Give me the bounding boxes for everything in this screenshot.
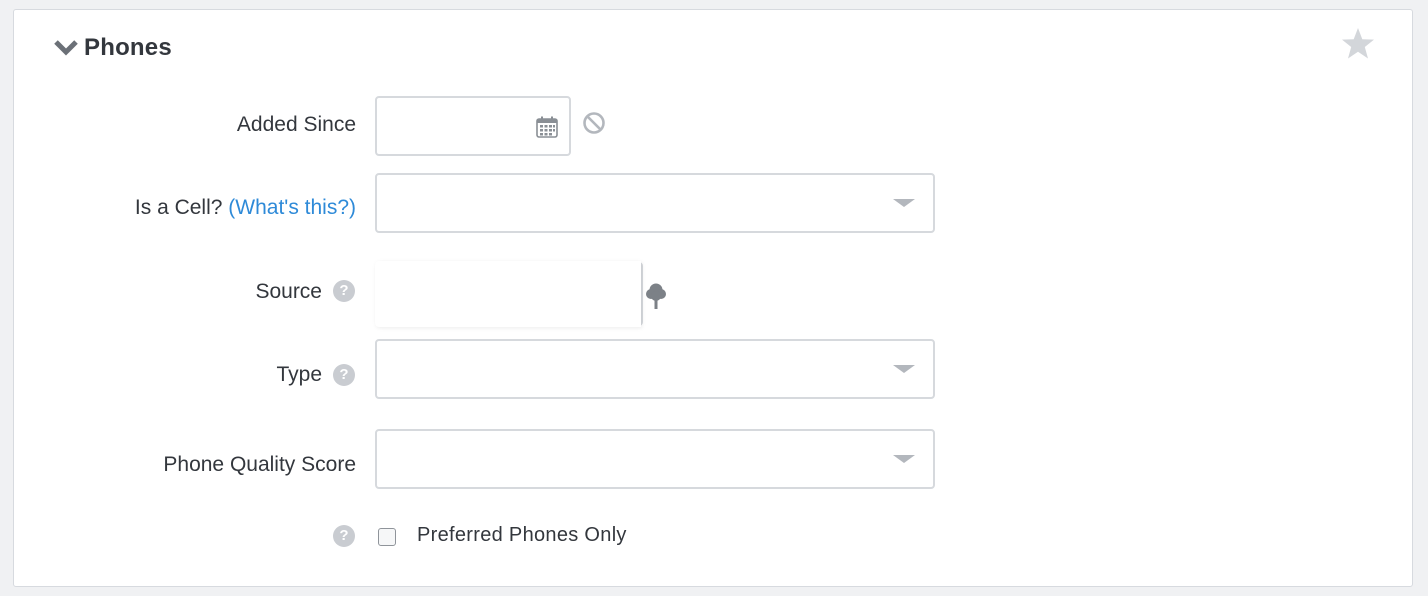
type-help-icon[interactable]: ? <box>333 364 355 386</box>
dropdown-caret-icon <box>893 455 915 463</box>
source-row: Source ? <box>14 261 1414 329</box>
phone-quality-label: Phone Quality Score <box>163 453 356 476</box>
tree-icon[interactable] <box>644 281 668 311</box>
preferred-help-icon[interactable]: ? <box>333 525 355 547</box>
phone-quality-select[interactable] <box>375 429 935 489</box>
is-cell-label-text: Is a Cell? <box>134 196 223 219</box>
calendar-icon[interactable] <box>536 116 558 138</box>
phone-quality-row: Phone Quality Score <box>14 429 1414 491</box>
is-cell-row: Is a Cell? (What's this?) <box>14 173 1414 235</box>
type-label: Type <box>276 363 322 386</box>
type-select[interactable] <box>375 339 935 399</box>
is-cell-label: Is a Cell? (What's this?) <box>135 196 356 220</box>
is-cell-select[interactable] <box>375 173 935 233</box>
dropdown-caret-icon <box>893 199 915 207</box>
type-row: Type ? <box>14 339 1414 401</box>
preferred-label[interactable]: Preferred Phones Only <box>417 524 627 547</box>
source-help-icon[interactable]: ? <box>333 280 355 302</box>
whats-this-link[interactable]: (What's this?) <box>228 196 356 219</box>
chevron-down-icon <box>54 40 78 56</box>
preferred-row: ? Preferred Phones Only <box>14 522 1414 552</box>
source-label: Source <box>255 280 322 303</box>
panel-header-toggle[interactable]: Phones <box>52 34 172 62</box>
added-since-row: Added Since <box>14 96 1414 158</box>
phones-panel: Phones Added Since Is a Cell? (What's th… <box>13 9 1413 587</box>
panel-title: Phones <box>84 34 172 61</box>
star-icon[interactable] <box>1340 26 1376 62</box>
source-input[interactable] <box>375 261 641 327</box>
added-since-label: Added Since <box>236 113 356 136</box>
preferred-checkbox[interactable] <box>378 528 396 546</box>
dropdown-caret-icon <box>893 365 915 373</box>
ban-icon[interactable] <box>582 111 606 135</box>
